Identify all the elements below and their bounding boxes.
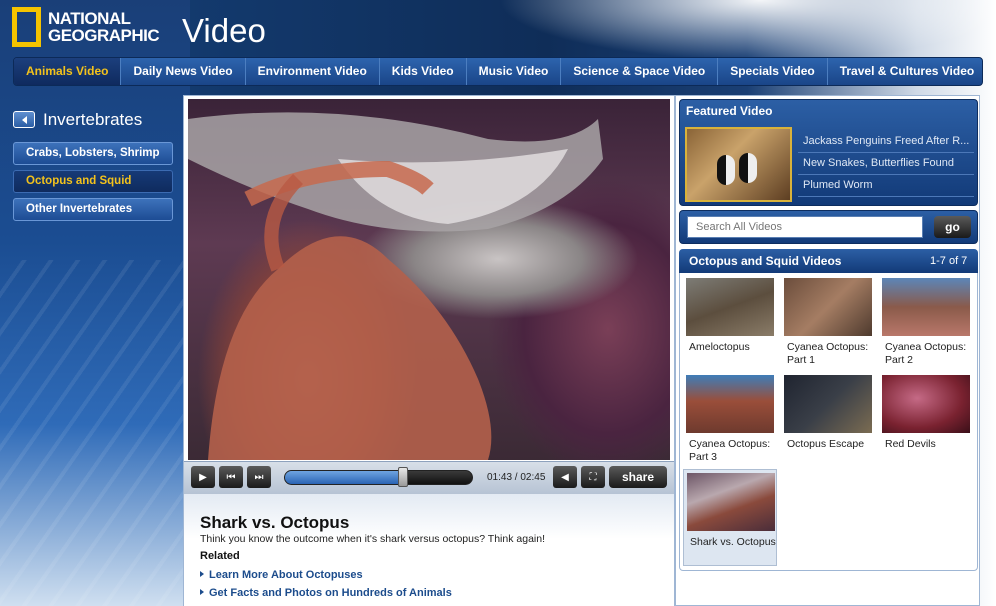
logo-line2: GEOGRAPHIC — [48, 26, 160, 45]
video-thumbnail — [687, 473, 775, 531]
progress-handle[interactable] — [398, 467, 409, 487]
speaker-icon: ◀ — [561, 471, 569, 483]
triangle-right-icon — [200, 589, 204, 595]
previous-button[interactable]: ⏮ — [219, 466, 243, 488]
divider — [798, 196, 974, 197]
sidebar-item-octopus-and-squid[interactable]: Octopus and Squid — [13, 170, 173, 193]
video-tile-cyanea-part2[interactable]: Cyanea Octopus: Part 2 — [879, 275, 973, 369]
featured-video-thumbnail[interactable] — [685, 127, 792, 202]
tab-science-space-video[interactable]: Science & Space Video — [561, 58, 719, 85]
tab-specials-video[interactable]: Specials Video — [718, 58, 828, 85]
time-display: 01:43 / 02:45 — [487, 472, 546, 483]
sidebar-item-crabs-lobsters-shrimp[interactable]: Crabs, Lobsters, Shrimp — [13, 142, 173, 165]
logo-text: NATIONAL GEOGRAPHIC — [48, 9, 160, 45]
video-tile-caption: Ameloctopus — [689, 341, 750, 353]
triangle-right-icon — [200, 571, 204, 577]
skip-back-icon: ⏮ — [226, 471, 236, 483]
fullscreen-button[interactable]: ⛶ — [581, 466, 605, 488]
related-link-label: Learn More About Octopuses — [209, 569, 363, 581]
tab-daily-news-video[interactable]: Daily News Video — [121, 58, 246, 85]
related-link-animals[interactable]: Get Facts and Photos on Hundreds of Anim… — [200, 587, 452, 599]
video-tile-cyanea-part1[interactable]: Cyanea Octopus: Part 1 — [781, 275, 875, 369]
sidebar-background — [0, 0, 190, 606]
video-thumbnail — [784, 375, 872, 433]
volume-button[interactable]: ◀ — [553, 466, 577, 488]
arrow-left-icon — [21, 115, 27, 124]
video-thumbnail — [882, 278, 970, 336]
video-tile-shark-vs-octopus[interactable]: Shark vs. Octopus — [683, 469, 777, 566]
share-button[interactable]: share — [609, 466, 667, 488]
progress-track[interactable] — [284, 470, 473, 485]
video-thumbnail — [686, 278, 774, 336]
video-tile-caption: Cyanea Octopus: Part 1 — [787, 341, 869, 366]
related-link-label: Get Facts and Photos on Hundreds of Anim… — [209, 587, 452, 599]
video-tile-cyanea-part3[interactable]: Cyanea Octopus: Part 3 — [683, 372, 777, 466]
search-input[interactable] — [687, 216, 923, 238]
skip-forward-icon: ⏭ — [254, 471, 264, 483]
video-thumbnail — [686, 375, 774, 433]
video-player-screen[interactable] — [188, 99, 670, 460]
video-thumbnail — [882, 375, 970, 433]
video-tile-caption: Red Devils — [885, 438, 936, 450]
tab-environment-video[interactable]: Environment Video — [246, 58, 380, 85]
video-description: Think you know the outcome when it's sha… — [200, 533, 545, 545]
video-tile-caption: Shark vs. Octopus — [690, 536, 776, 548]
sidebar-item-other-invertebrates[interactable]: Other Invertebrates — [13, 198, 173, 221]
progress-fill — [285, 471, 403, 484]
related-heading: Related — [200, 550, 240, 562]
yellow-border-icon — [12, 7, 41, 47]
video-tile-caption: Cyanea Octopus: Part 3 — [689, 438, 771, 463]
tab-travel-cultures-video[interactable]: Travel & Cultures Video — [828, 58, 982, 85]
category-nav: Animals Video Daily News Video Environme… — [13, 57, 983, 86]
divider — [798, 152, 974, 153]
video-list-title: Octopus and Squid Videos — [689, 254, 842, 268]
penguin-icon — [739, 153, 757, 183]
video-tile-octopus-escape[interactable]: Octopus Escape — [781, 372, 875, 466]
sidebar-title: Invertebrates — [43, 110, 143, 129]
play-icon: ▶ — [199, 471, 207, 483]
back-button[interactable] — [13, 111, 35, 128]
tab-kids-video[interactable]: Kids Video — [380, 58, 467, 85]
video-tile-red-devils[interactable]: Red Devils — [879, 372, 973, 466]
related-link-octopuses[interactable]: Learn More About Octopuses — [200, 569, 363, 581]
featured-link-snakes-butterflies[interactable]: New Snakes, Butterflies Found — [803, 157, 973, 172]
video-list-count: 1-7 of 7 — [930, 255, 968, 267]
video-frame-image — [188, 112, 603, 460]
featured-link-penguins[interactable]: Jackass Penguins Freed After R... — [803, 135, 973, 150]
next-button[interactable]: ⏭ — [247, 466, 271, 488]
tab-animals-video[interactable]: Animals Video — [14, 58, 122, 85]
go-button[interactable]: go — [934, 216, 971, 238]
video-tile-caption: Cyanea Octopus: Part 2 — [885, 341, 967, 366]
play-button[interactable]: ▶ — [191, 466, 215, 488]
featured-link-plumed-worm[interactable]: Plumed Worm — [803, 179, 973, 194]
video-title: Shark vs. Octopus — [200, 513, 350, 532]
divider — [798, 174, 974, 175]
logo-line1: NATIONAL — [48, 9, 131, 28]
penguin-icon — [717, 155, 735, 185]
video-tile-ameloctopus[interactable]: Ameloctopus — [683, 275, 777, 369]
natgeo-logo[interactable]: NATIONAL GEOGRAPHIC — [12, 7, 160, 47]
featured-video-title: Featured Video — [686, 104, 773, 118]
tab-music-video[interactable]: Music Video — [467, 58, 562, 85]
page-title: Video — [182, 12, 266, 49]
video-tile-caption: Octopus Escape — [787, 438, 865, 450]
fullscreen-icon: ⛶ — [589, 471, 597, 483]
video-thumbnail — [784, 278, 872, 336]
